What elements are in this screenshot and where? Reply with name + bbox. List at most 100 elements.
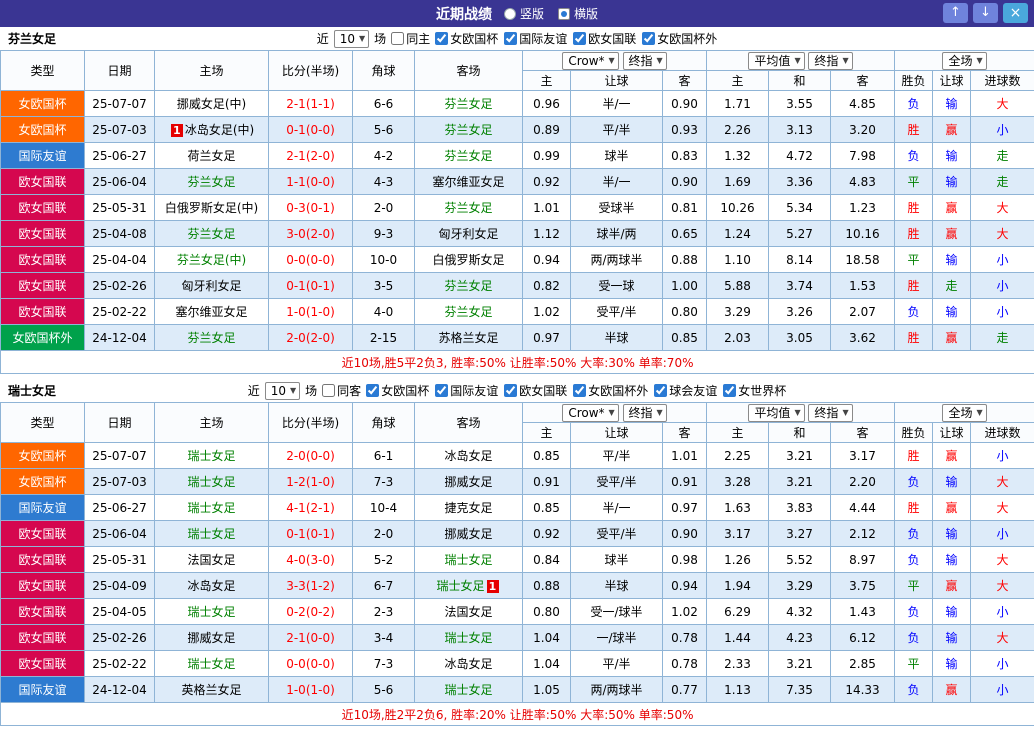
away-team[interactable]: 法国女足 — [414, 598, 523, 625]
score[interactable]: 2-0(0-0) — [268, 442, 353, 469]
home-team[interactable]: 芬兰女足(中) — [154, 246, 269, 273]
competition-filter[interactable]: 欧女国联 — [573, 30, 636, 47]
away-team[interactable]: 瑞士女足 — [414, 624, 523, 651]
scope-select[interactable]: 全场 ▼ — [942, 51, 987, 70]
home-team[interactable]: 法国女足 — [154, 546, 269, 573]
checkbox[interactable] — [322, 384, 336, 397]
home-team[interactable]: 1 冰岛女足(中) — [154, 116, 269, 143]
score[interactable]: 2-1(2-0) — [268, 142, 353, 169]
away-team[interactable]: 芬兰女足 — [414, 116, 523, 143]
away-team[interactable]: 捷克女足 — [414, 494, 523, 521]
competition-filter[interactable]: 女欧国杯外 — [573, 382, 648, 399]
layout-vertical-radio[interactable]: 竖版 — [503, 5, 544, 22]
home-team[interactable]: 挪威女足(中) — [154, 90, 269, 117]
match-count-select[interactable]: 10 ▼ — [333, 29, 370, 48]
layout-horizontal-radio[interactable]: 横版 — [558, 5, 598, 22]
home-team[interactable]: 芬兰女足 — [154, 168, 269, 195]
score[interactable]: 1-0(1-0) — [268, 676, 353, 703]
away-team[interactable]: 芬兰女足 — [414, 298, 523, 325]
home-team[interactable]: 瑞士女足 — [154, 650, 269, 677]
away-team[interactable]: 塞尔维亚女足 — [414, 168, 523, 195]
competition-checkbox[interactable] — [573, 32, 587, 45]
average-select[interactable]: 平均值 ▼ — [748, 51, 805, 70]
home-team[interactable]: 芬兰女足 — [154, 324, 269, 351]
final-odds-select[interactable]: 终指 ▼ — [622, 403, 667, 422]
home-team[interactable]: 塞尔维亚女足 — [154, 298, 269, 325]
score[interactable]: 0-2(0-2) — [268, 598, 353, 625]
score[interactable]: 3-3(1-2) — [268, 572, 353, 599]
home-team[interactable]: 瑞士女足 — [154, 468, 269, 495]
score[interactable]: 0-1(0-1) — [268, 272, 353, 299]
close-button[interactable]: × — [1003, 3, 1028, 23]
score[interactable]: 0-0(0-0) — [268, 246, 353, 273]
home-team[interactable]: 瑞士女足 — [154, 598, 269, 625]
competition-checkbox[interactable] — [504, 384, 518, 397]
final-odds-select[interactable]: 终指 ▼ — [808, 51, 853, 70]
score[interactable]: 4-0(3-0) — [268, 546, 353, 573]
competition-filter[interactable]: 女欧国杯 — [366, 382, 429, 399]
competition-filter[interactable]: 国际友谊 — [504, 30, 567, 47]
same-away-checkbox[interactable]: 同客 — [322, 382, 361, 399]
same-home-checkbox[interactable]: 同主 — [391, 30, 430, 47]
home-team[interactable]: 芬兰女足 — [154, 220, 269, 247]
score[interactable]: 4-1(2-1) — [268, 494, 353, 521]
home-team[interactable]: 匈牙利女足 — [154, 272, 269, 299]
competition-checkbox[interactable] — [723, 384, 737, 397]
bookmaker-select[interactable]: Crow* ▼ — [562, 403, 619, 422]
score[interactable]: 0-1(0-1) — [268, 520, 353, 547]
competition-filter[interactable]: 球会友谊 — [654, 382, 717, 399]
away-team[interactable]: 匈牙利女足 — [414, 220, 523, 247]
competition-filter[interactable]: 女欧国杯外 — [642, 30, 717, 47]
away-team[interactable]: 瑞士女足 1 — [414, 572, 523, 599]
checkbox[interactable] — [391, 32, 405, 45]
score[interactable]: 2-1(1-1) — [268, 90, 353, 117]
home-team[interactable]: 冰岛女足 — [154, 572, 269, 599]
score[interactable]: 0-0(0-0) — [268, 650, 353, 677]
scope-select[interactable]: 全场 ▼ — [942, 403, 987, 422]
competition-checkbox[interactable] — [654, 384, 668, 397]
match-count-select[interactable]: 10 ▼ — [264, 381, 301, 400]
competition-filter[interactable]: 欧女国联 — [504, 382, 567, 399]
competition-filter[interactable]: 国际友谊 — [435, 382, 498, 399]
competition-checkbox[interactable] — [504, 32, 518, 45]
away-team[interactable]: 瑞士女足 — [414, 676, 523, 703]
average-select[interactable]: 平均值 ▼ — [748, 403, 805, 422]
competition-checkbox[interactable] — [573, 384, 587, 397]
score[interactable]: 1-2(1-0) — [268, 468, 353, 495]
home-team[interactable]: 挪威女足 — [154, 624, 269, 651]
score[interactable]: 2-1(0-0) — [268, 624, 353, 651]
home-team[interactable]: 英格兰女足 — [154, 676, 269, 703]
home-team[interactable]: 荷兰女足 — [154, 142, 269, 169]
score[interactable]: 1-0(1-0) — [268, 298, 353, 325]
away-team[interactable]: 挪威女足 — [414, 468, 523, 495]
competition-checkbox[interactable] — [435, 384, 449, 397]
away-team[interactable]: 冰岛女足 — [414, 442, 523, 469]
competition-checkbox[interactable] — [366, 384, 380, 397]
away-team[interactable]: 芬兰女足 — [414, 142, 523, 169]
home-team[interactable]: 白俄罗斯女足(中) — [154, 194, 269, 221]
score[interactable]: 3-0(2-0) — [268, 220, 353, 247]
home-team[interactable]: 瑞士女足 — [154, 494, 269, 521]
away-team[interactable]: 挪威女足 — [414, 520, 523, 547]
competition-checkbox[interactable] — [642, 32, 656, 45]
competition-checkbox[interactable] — [435, 32, 449, 45]
away-team[interactable]: 芬兰女足 — [414, 194, 523, 221]
away-team[interactable]: 芬兰女足 — [414, 90, 523, 117]
home-team[interactable]: 瑞士女足 — [154, 520, 269, 547]
move-down-button[interactable]: ↓ — [973, 3, 998, 23]
away-team[interactable]: 瑞士女足 — [414, 546, 523, 573]
score[interactable]: 0-1(0-0) — [268, 116, 353, 143]
final-odds-select[interactable]: 终指 ▼ — [808, 403, 853, 422]
away-team[interactable]: 冰岛女足 — [414, 650, 523, 677]
score[interactable]: 1-1(0-0) — [268, 168, 353, 195]
final-odds-select[interactable]: 终指 ▼ — [622, 51, 667, 70]
away-team[interactable]: 白俄罗斯女足 — [414, 246, 523, 273]
competition-filter[interactable]: 女世界杯 — [723, 382, 786, 399]
score[interactable]: 2-0(2-0) — [268, 324, 353, 351]
away-team[interactable]: 芬兰女足 — [414, 272, 523, 299]
move-up-button[interactable]: ↑ — [943, 3, 968, 23]
score[interactable]: 0-3(0-1) — [268, 194, 353, 221]
home-team[interactable]: 瑞士女足 — [154, 442, 269, 469]
away-team[interactable]: 苏格兰女足 — [414, 324, 523, 351]
bookmaker-select[interactable]: Crow* ▼ — [562, 51, 619, 70]
